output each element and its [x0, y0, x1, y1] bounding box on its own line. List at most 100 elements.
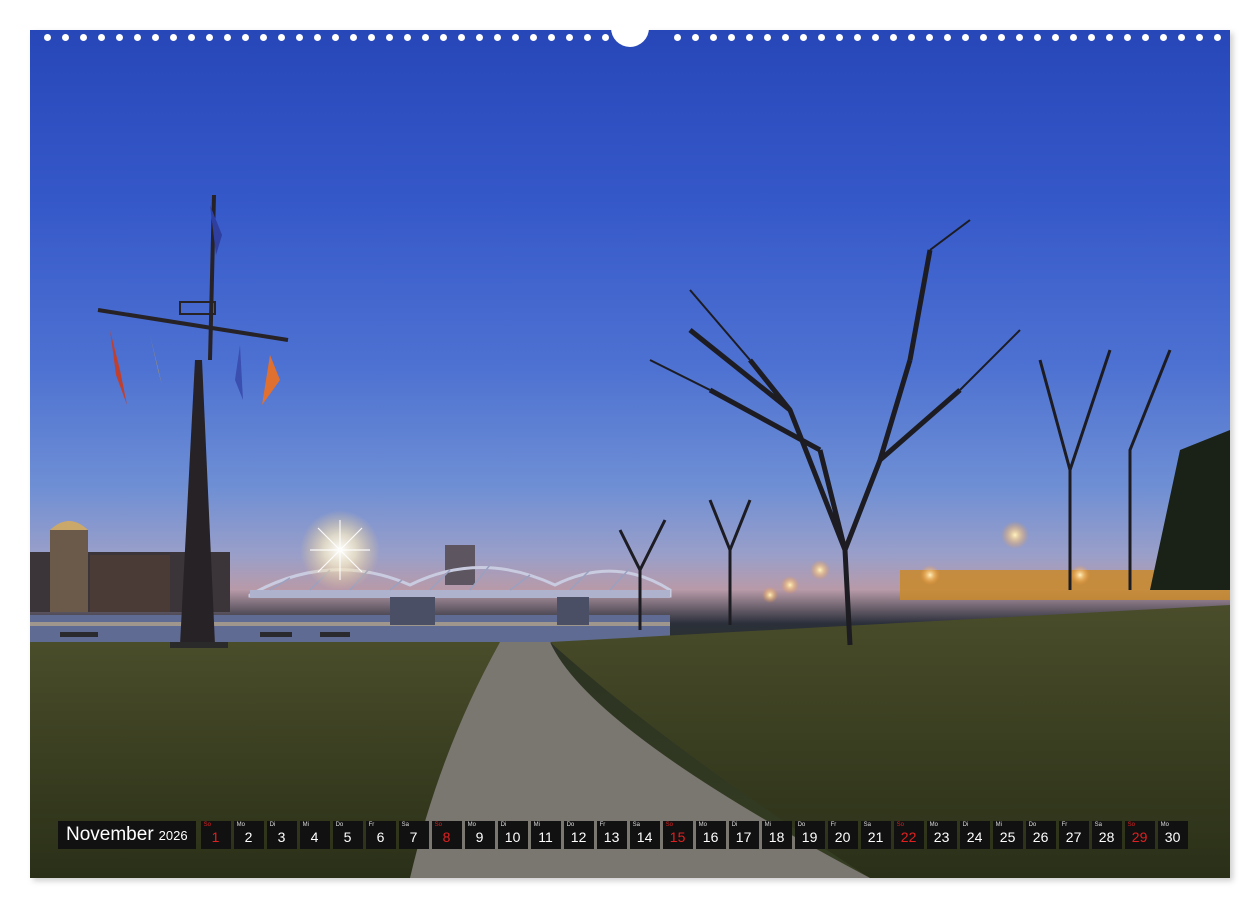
day-cell: Mo 30: [1157, 821, 1188, 849]
day-cell: Fr 13: [596, 821, 627, 849]
day-number: 21: [867, 829, 884, 845]
weekday-label: Mo: [236, 822, 245, 828]
day-cell: Fr 20: [827, 821, 858, 849]
day-number: 20: [834, 829, 851, 845]
binding-hole: [872, 34, 879, 41]
weekday-label: Sa: [401, 822, 409, 828]
weekday-label: So: [1127, 822, 1135, 828]
binding-hole: [1178, 34, 1185, 41]
binding-hole: [368, 34, 375, 41]
day-number: 16: [702, 829, 719, 845]
weekday-label: Do: [566, 822, 575, 828]
binding-hole: [440, 34, 447, 41]
binding-hole: [44, 34, 51, 41]
calendar-photo: [30, 30, 1230, 878]
binding-hole: [1034, 34, 1041, 41]
weekday-label: Mi: [302, 822, 309, 828]
day-cell: Do 12: [563, 821, 594, 849]
binding-hole: [566, 34, 573, 41]
binding-hole: [800, 34, 807, 41]
day-number: 11: [538, 829, 553, 845]
binding-hole: [728, 34, 735, 41]
binding-hole: [764, 34, 771, 41]
day-cell: So 15: [662, 821, 693, 849]
day-number: 5: [343, 829, 352, 845]
weekday-label: Di: [731, 822, 738, 828]
day-cell: Sa 14: [629, 821, 660, 849]
weekday-label: Do: [797, 822, 806, 828]
day-number: 28: [1098, 829, 1115, 845]
day-number: 25: [999, 829, 1016, 845]
day-cell: So 1: [200, 821, 231, 849]
weekday-label: Do: [1028, 822, 1037, 828]
weekday-label: Sa: [863, 822, 871, 828]
binding-hole: [152, 34, 159, 41]
day-number: 8: [442, 829, 451, 845]
weekday-label: Mo: [467, 822, 476, 828]
day-number: 4: [310, 829, 319, 845]
day-cell: Sa 7: [398, 821, 429, 849]
day-number: 29: [1131, 829, 1148, 845]
day-cell: Sa 28: [1091, 821, 1122, 849]
binding-hole: [962, 34, 969, 41]
binding-hole: [422, 34, 429, 41]
binding-hole: [818, 34, 825, 41]
weekday-label: Mo: [1160, 822, 1169, 828]
binding-hole: [548, 34, 555, 41]
binding-hole: [494, 34, 501, 41]
day-cell: Mi 25: [992, 821, 1023, 849]
binding-hole: [746, 34, 753, 41]
day-number: 10: [504, 829, 521, 845]
weekday-label: Di: [962, 822, 969, 828]
day-cell: Mo 2: [233, 821, 264, 849]
binding-hole: [674, 34, 681, 41]
binding-hole: [1070, 34, 1077, 41]
binding-hole: [944, 34, 951, 41]
day-number: 9: [475, 829, 484, 845]
binding-hole: [530, 34, 537, 41]
binding-hole: [224, 34, 231, 41]
day-cell: Mo 23: [926, 821, 957, 849]
month-label: November 2026: [58, 821, 196, 849]
binding-hole: [1088, 34, 1095, 41]
day-number: 22: [900, 829, 917, 845]
binding-hole: [1052, 34, 1059, 41]
binding-hole: [890, 34, 897, 41]
weekday-label: Mi: [995, 822, 1002, 828]
binding-hole: [1016, 34, 1023, 41]
binding-hole: [476, 34, 483, 41]
binding-hole: [980, 34, 987, 41]
weekday-label: Sa: [632, 822, 640, 828]
day-cell: Do 19: [794, 821, 825, 849]
weekday-label: Mi: [533, 822, 540, 828]
day-number: 3: [277, 829, 286, 845]
binding-hole: [602, 34, 609, 41]
binding-hole: [314, 34, 321, 41]
day-number: 1: [211, 829, 220, 845]
day-number: 27: [1065, 829, 1082, 845]
day-number: 23: [933, 829, 950, 845]
binding-hole: [62, 34, 69, 41]
day-number: 7: [409, 829, 418, 845]
day-number: 14: [636, 829, 653, 845]
day-cell: So 22: [893, 821, 924, 849]
day-number: 6: [376, 829, 385, 845]
day-number: 13: [603, 829, 620, 845]
day-cell: Di 3: [266, 821, 297, 849]
binding-hole: [1124, 34, 1131, 41]
binding-hole: [350, 34, 357, 41]
weekday-label: Sa: [1094, 822, 1102, 828]
binding-hole: [692, 34, 699, 41]
weekday-label: Fr: [830, 822, 837, 828]
day-cell: Mo 9: [464, 821, 495, 849]
day-cell: Mi 18: [761, 821, 792, 849]
weekday-label: So: [434, 822, 442, 828]
day-cell: Di 17: [728, 821, 759, 849]
day-number: 26: [1032, 829, 1049, 845]
binding-hole: [458, 34, 465, 41]
binding-hole: [836, 34, 843, 41]
binding-hole: [206, 34, 213, 41]
day-number: 15: [669, 829, 686, 845]
binding-hole: [296, 34, 303, 41]
weekday-label: Fr: [368, 822, 375, 828]
